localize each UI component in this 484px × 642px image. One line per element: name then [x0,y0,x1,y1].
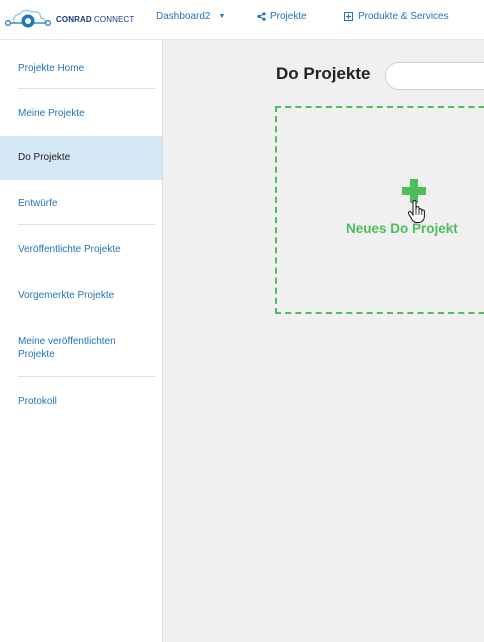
produkte-label: Produkte & Services [358,11,449,22]
sidebar-divider [18,88,156,89]
sidebar-divider [18,224,156,225]
projekte-label: Projekte [270,11,307,22]
plus-square-icon [344,12,353,21]
cloud-logo-icon [4,9,51,28]
share-icon [257,12,266,21]
sidebar-item-protokoll[interactable]: Protokoll [0,395,162,408]
sidebar-item-vorgemerkte-projekte[interactable]: Vorgemerkte Projekte [0,289,162,302]
caret-down-icon: ▼ [218,13,226,20]
nav-projekte[interactable]: Projekte [257,11,307,22]
hand-pointer-cursor-icon [407,200,425,223]
sidebar-item-meine-projekte[interactable]: Meine Projekte [0,107,162,120]
sidebar-divider [18,376,156,377]
sidebar-item-projekte-home[interactable]: Projekte Home [0,62,162,75]
nav-produkte-services[interactable]: Produkte & Services [344,11,449,22]
sidebar-item-veroeffentlichte-projekte[interactable]: Veröffentlichte Projekte [0,243,162,256]
conrad-connect-logo[interactable]: CONRAD CONNECT [4,7,144,31]
sidebar-item-meine-veroeffentlichten-projekte[interactable]: Meine veröffentlichten Projekte [0,335,140,361]
search-input[interactable] [385,62,484,90]
top-bar: CONRAD CONNECT Dashboard2 ▼ Projekte Pro… [0,0,484,40]
dashboard-label: Dashboard2 [156,11,211,22]
sidebar: Projekte Home Meine Projekte Do Projekte… [0,40,163,642]
sidebar-item-do-projekte[interactable]: Do Projekte [0,136,162,180]
new-do-project-card[interactable] [275,106,484,314]
new-do-project-label[interactable]: Neues Do Projekt [346,221,458,236]
page-title: Do Projekte [276,64,371,83]
sidebar-item-entwuerfe[interactable]: Entwürfe [0,197,162,210]
brand-name: CONRAD CONNECT [56,14,135,24]
dashboard-dropdown[interactable]: Dashboard2 ▼ [156,11,225,22]
